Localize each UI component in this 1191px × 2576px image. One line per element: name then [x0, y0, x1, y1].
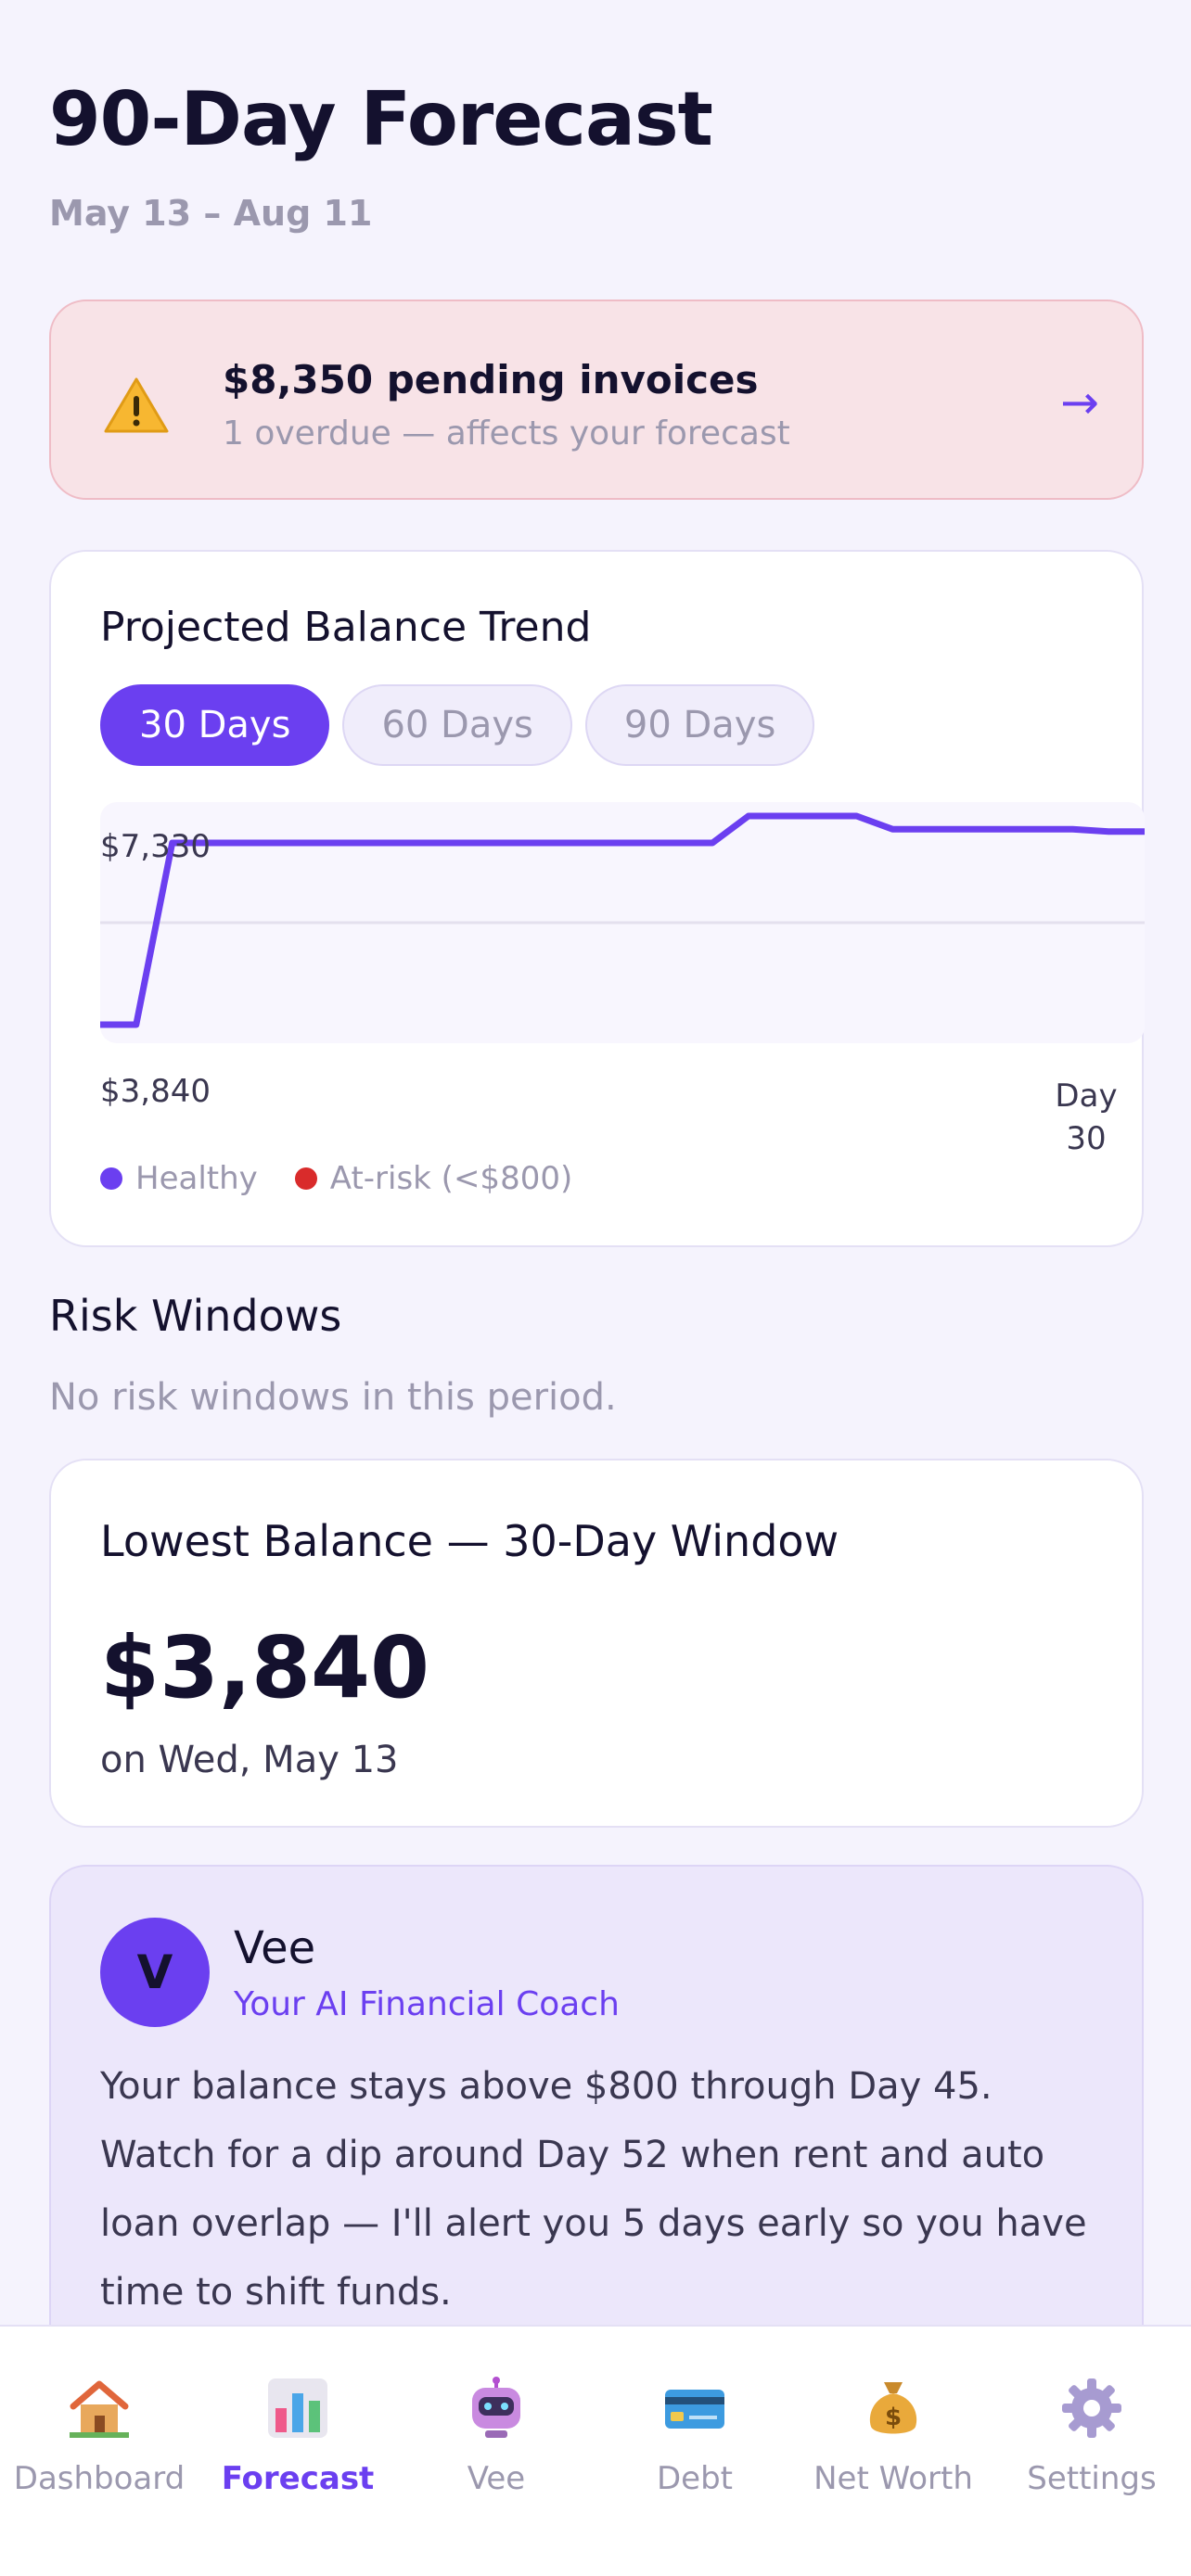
tab-label: Settings: [1027, 2460, 1157, 2497]
balance-chart: [100, 802, 1145, 1043]
bottom-tab-bar: Dashboard Forecast Vee Debt $ Net Worth …: [0, 2325, 1191, 2576]
coach-role: Your AI Financial Coach: [234, 1985, 620, 2023]
tab-debt[interactable]: Debt: [596, 2327, 794, 2576]
legend-dot-healthy: [100, 1167, 122, 1190]
lowest-balance-value: $3,840: [100, 1618, 430, 1717]
lowest-balance-date: on Wed, May 13: [100, 1739, 399, 1781]
x-end-label-line2: 30: [1066, 1120, 1107, 1157]
legend-label-healthy: Healthy: [135, 1160, 258, 1197]
legend-item-healthy: Healthy: [100, 1160, 258, 1197]
lowest-balance-card: Lowest Balance — 30-Day Window $3,840 on…: [49, 1459, 1144, 1828]
robot-icon: [472, 2377, 520, 2438]
alert-title: $8,350 pending invoices: [223, 357, 759, 402]
range-30-days-button[interactable]: 30 Days: [100, 684, 330, 766]
tab-label: Debt: [656, 2460, 733, 2497]
date-range: May 13 – Aug 11: [49, 193, 373, 234]
lowest-balance-title: Lowest Balance — 30-Day Window: [100, 1516, 839, 1566]
tab-label: Forecast: [221, 2460, 375, 2497]
tab-net-worth[interactable]: $ Net Worth: [794, 2327, 992, 2576]
coach-name: Vee: [234, 1922, 316, 1974]
balance-chart-svg: [100, 802, 1145, 1043]
legend-item-at-risk: At-risk (<$800): [294, 1160, 573, 1197]
range-60-days-button[interactable]: 60 Days: [342, 684, 572, 766]
tab-dashboard[interactable]: Dashboard: [0, 2327, 198, 2576]
tab-label: Dashboard: [13, 2460, 186, 2497]
card-title: Projected Balance Trend: [100, 604, 592, 651]
alert-subtitle: 1 overdue — affects your forecast: [223, 414, 790, 453]
svg-text:$: $: [885, 2404, 902, 2431]
money-bag-icon: $: [869, 2382, 917, 2434]
warning-icon: [104, 377, 169, 433]
risk-windows-heading: Risk Windows: [49, 1291, 342, 1341]
credit-card-icon: [665, 2390, 724, 2429]
tab-settings[interactable]: Settings: [992, 2327, 1191, 2576]
arrow-right-icon[interactable]: →: [1060, 376, 1099, 429]
avatar: V: [100, 1918, 210, 2027]
tab-forecast[interactable]: Forecast: [198, 2327, 397, 2576]
pending-invoices-alert[interactable]: $8,350 pending invoices 1 overdue — affe…: [49, 300, 1144, 500]
legend-dot-at-risk: [294, 1167, 317, 1190]
legend-label-at-risk: At-risk (<$800): [329, 1160, 573, 1197]
balance-trend-card: Projected Balance Trend 30 Days 60 Days …: [49, 550, 1145, 1247]
risk-windows-empty: No risk windows in this period.: [49, 1376, 617, 1419]
range-selector: 30 Days 60 Days 90 Days: [100, 684, 815, 766]
ai-coach-card: V Vee Your AI Financial Coach Your balan…: [49, 1865, 1144, 2384]
x-end-label-line1: Day: [1055, 1078, 1118, 1115]
tab-label: Vee: [467, 2460, 526, 2497]
range-90-days-button[interactable]: 90 Days: [584, 684, 815, 766]
x-end-label: Day 30: [1049, 1075, 1123, 1160]
coach-message: Your balance stays above $800 through Da…: [100, 2065, 1087, 2314]
y-min-label: $3,840: [100, 1073, 211, 1110]
bar-chart-icon: [268, 2378, 327, 2438]
tab-vee[interactable]: Vee: [397, 2327, 596, 2576]
gear-icon: [1062, 2378, 1121, 2438]
y-max-label: $7,330: [100, 828, 211, 865]
forecast-screen: 90-Day Forecast May 13 – Aug 11 $8,350 p…: [0, 0, 1191, 2576]
chart-legend: Healthy At-risk (<$800): [100, 1160, 609, 1197]
page-title: 90-Day Forecast: [49, 76, 713, 162]
house-icon: [70, 2380, 129, 2438]
tab-label: Net Worth: [813, 2460, 973, 2497]
